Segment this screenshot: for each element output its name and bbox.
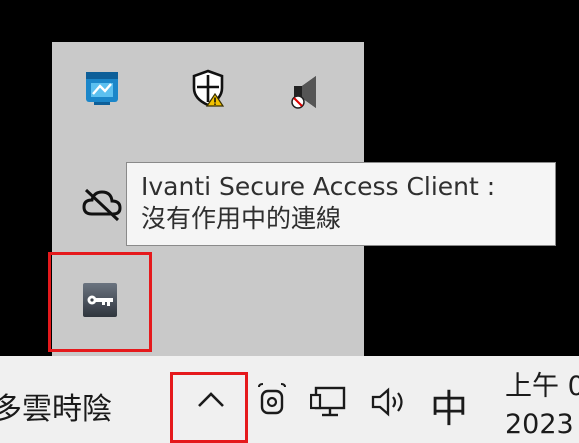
vpn-icon-highlight	[48, 252, 152, 352]
screen: Ivanti Secure Access Client : 沒有作用中的連線 多…	[0, 0, 579, 443]
volume-icon[interactable]	[366, 382, 412, 422]
network-icon[interactable]	[306, 382, 352, 422]
ime-indicator[interactable]: 中	[430, 378, 468, 433]
cloud-offline-icon[interactable]	[74, 176, 130, 232]
tooltip-title: Ivanti Secure Access Client :	[141, 172, 496, 201]
clock-date: 2023	[505, 409, 574, 440]
camera-icon[interactable]	[252, 380, 292, 422]
speaker-muted-icon[interactable]	[278, 64, 334, 120]
taskbar-clock[interactable]: 上午 0 2023	[505, 368, 579, 443]
chevron-highlight	[170, 372, 248, 443]
weather-widget-text[interactable]: 多雲時陰	[0, 384, 112, 428]
tray-tooltip: Ivanti Secure Access Client : 沒有作用中的連線	[126, 162, 556, 246]
tooltip-status: 沒有作用中的連線	[141, 204, 342, 233]
shield-warning-icon[interactable]	[180, 60, 236, 116]
taskbar: 多雲時陰 中 上午 0 2023	[0, 356, 579, 443]
app-window-icon[interactable]	[74, 60, 130, 116]
clock-time: 上午 0	[505, 371, 579, 402]
